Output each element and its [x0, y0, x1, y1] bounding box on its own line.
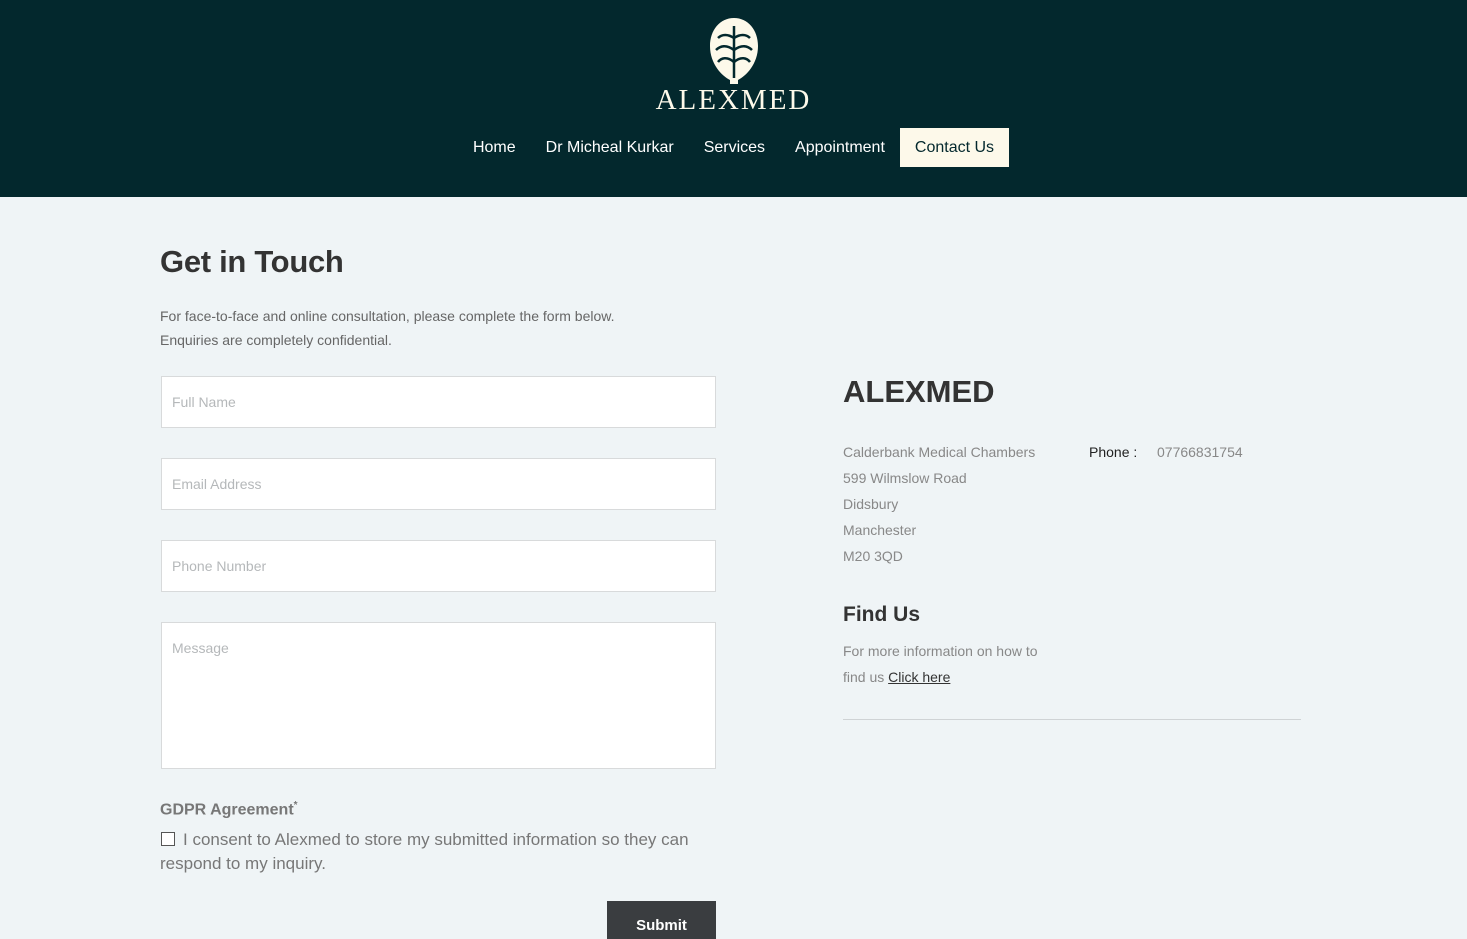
- submit-button[interactable]: Submit: [607, 901, 716, 939]
- gdpr-label-text: GDPR Agreement: [160, 801, 294, 819]
- gdpr-label: GDPR Agreement*: [160, 800, 298, 819]
- find-us-title: Find Us: [843, 603, 920, 626]
- phone-input[interactable]: [161, 540, 716, 592]
- leaf-tree-icon: [709, 18, 758, 84]
- intro-line-2: Enquiries are completely confidential.: [160, 332, 392, 348]
- address-line: M20 3QD: [843, 548, 903, 564]
- main-nav: Home Dr Micheal Kurkar Services Appointm…: [0, 128, 1467, 167]
- address-line: Didsbury: [843, 496, 899, 512]
- nav-appointment[interactable]: Appointment: [780, 128, 900, 167]
- required-mark: *: [293, 800, 298, 811]
- page-title: Get in Touch: [160, 244, 344, 279]
- address-line: Manchester: [843, 522, 917, 538]
- address-block: Calderbank Medical Chambers 599 Wilmslow…: [843, 439, 1035, 569]
- divider: [843, 719, 1301, 720]
- site-header: ALEXMED Home Dr Micheal Kurkar Services …: [0, 0, 1467, 197]
- phone-number[interactable]: 07766831754: [1157, 439, 1243, 465]
- logo[interactable]: ALEXMED: [0, 16, 1467, 115]
- email-input[interactable]: [161, 458, 716, 510]
- full-name-input[interactable]: [161, 376, 716, 428]
- nav-contact-us[interactable]: Contact Us: [899, 128, 1010, 167]
- address-line: Calderbank Medical Chambers: [843, 444, 1036, 460]
- gdpr-checkbox[interactable]: [161, 832, 175, 846]
- message-textarea[interactable]: [161, 622, 716, 769]
- intro-line-1: For face-to-face and online consultation…: [160, 308, 615, 324]
- find-us-link[interactable]: Click here: [888, 669, 950, 685]
- nav-home[interactable]: Home: [458, 128, 531, 167]
- intro-text: For face-to-face and online consultation…: [160, 304, 720, 352]
- logo-text: ALEXMED: [655, 84, 812, 116]
- find-us-text: For more information on how to find us C…: [843, 638, 1063, 690]
- phone-label: Phone :: [1089, 444, 1138, 460]
- nav-services[interactable]: Services: [689, 128, 780, 167]
- contact-title: ALEXMED: [843, 374, 995, 409]
- gdpr-consent-text: I consent to Alexmed to store my submitt…: [160, 830, 689, 873]
- nav-dr-micheal-kurkar[interactable]: Dr Micheal Kurkar: [531, 128, 689, 167]
- address-line: 599 Wilmslow Road: [843, 470, 967, 486]
